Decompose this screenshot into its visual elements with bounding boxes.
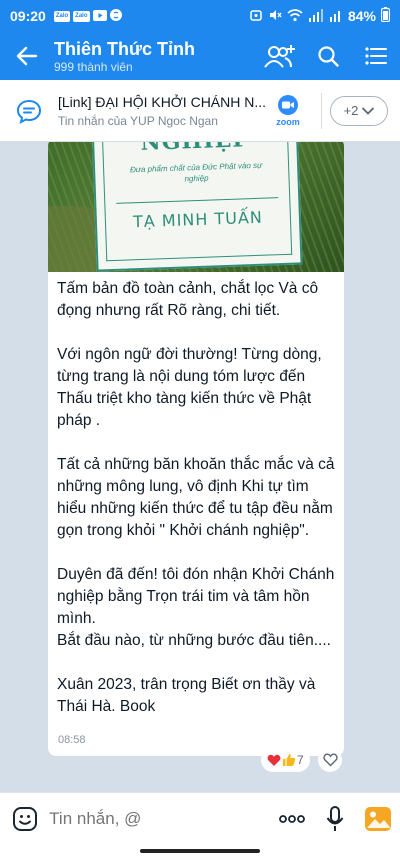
pinned-message-bar[interactable]: [Link] ĐẠI HỘI KHỞI CHÁNH N... Tin nhắn …: [0, 80, 400, 142]
shazam-icon: [109, 8, 122, 24]
message-text: Tấm bản đồ toàn cảnh, chắt lọc Và cô đọn…: [57, 278, 339, 718]
group-name: Thiên Thức Tỉnh: [54, 38, 196, 59]
sticker-icon: [12, 806, 37, 831]
chat-area[interactable]: NGHIỆP Đưa phẩm chất của Đức Phật vào sự…: [0, 142, 400, 792]
message-paragraph: Tất cả những băn khoăn thắc mắc và cả nh…: [57, 456, 335, 539]
reaction-count: 7: [297, 753, 304, 767]
message-paragraph: Với ngôn ngữ đời thường! Từng dòng, từng…: [57, 346, 322, 429]
chat-header: Thiên Thức Tỉnh 999 thành viên: [0, 32, 400, 80]
status-app-icons: Zalo Zalo: [53, 8, 122, 24]
more-pinned-button[interactable]: +2: [330, 95, 388, 126]
battery-level: 84%: [347, 8, 376, 24]
message-paragraph: Tấm bản đồ toàn cảnh, chắt lọc Và cô đọn…: [57, 280, 319, 319]
zoom-badge: zoom: [267, 94, 309, 127]
book-cover: NGHIỆP Đưa phẩm chất của Đức Phật vào sự…: [91, 142, 303, 272]
react-button[interactable]: [318, 748, 342, 772]
signal-icon-2: [329, 8, 343, 25]
wifi-icon: [287, 8, 303, 25]
alarm-icon: [249, 8, 263, 25]
list-menu-icon: [365, 47, 387, 65]
message-paragraph: Duyên đã đến! tôi đón nhận Khởi Chánh ng…: [57, 566, 335, 649]
more-horizontal-icon: [278, 814, 305, 823]
search-button[interactable]: [304, 32, 352, 80]
pinned-title: [Link] ĐẠI HỘI KHỞI CHÁNH N...: [58, 93, 267, 110]
zoom-label: zoom: [276, 116, 300, 127]
microphone-icon: [326, 805, 344, 831]
back-button[interactable]: [0, 32, 54, 80]
more-pinned-count: +2: [343, 103, 359, 118]
message-input-bar: [0, 792, 400, 844]
chat-bubble-icon: [0, 98, 58, 124]
mute-icon: [268, 8, 282, 25]
pinned-text-block: [Link] ĐẠI HỘI KHỞI CHÁNH N... Tin nhắn …: [58, 94, 267, 128]
message-image[interactable]: NGHIỆP Đưa phẩm chất của Đức Phật vào sự…: [48, 142, 344, 272]
status-time: 09:20: [10, 8, 46, 24]
zoom-video-icon: [278, 94, 298, 115]
voice-button[interactable]: [313, 805, 356, 832]
group-title-block[interactable]: Thiên Thức Tỉnh 999 thành viên: [54, 38, 256, 75]
home-indicator[interactable]: [140, 849, 260, 853]
status-bar: 09:20 Zalo Zalo 84%: [0, 0, 400, 32]
signal-icon: [308, 8, 324, 25]
menu-button[interactable]: [352, 32, 400, 80]
search-icon: [318, 46, 339, 67]
pinned-divider: [321, 92, 322, 129]
reaction-summary[interactable]: 7: [261, 748, 310, 772]
message-bubble[interactable]: NGHIỆP Đưa phẩm chất của Đức Phật vào sự…: [48, 142, 344, 756]
chevron-down-icon: [362, 107, 375, 115]
zalo-app-icon: Zalo: [73, 10, 90, 22]
arrow-left-icon: [16, 46, 38, 66]
message-paragraph: Xuân 2023, trân trọng Biết ơn thầy và Th…: [57, 676, 316, 715]
zalo-app-icon: Zalo: [53, 10, 71, 22]
image-icon: [365, 806, 392, 831]
add-member-button[interactable]: [256, 32, 304, 80]
photo-button[interactable]: [357, 806, 400, 832]
system-navigation-bar: [0, 844, 400, 858]
message-input[interactable]: [49, 808, 271, 829]
more-options-button[interactable]: [270, 814, 313, 823]
sticker-button[interactable]: [0, 806, 49, 832]
add-member-icon: [264, 45, 295, 68]
heart-icon: [267, 754, 281, 766]
member-count: 999 thành viên: [54, 59, 133, 74]
heart-outline-icon: [322, 753, 338, 767]
pinned-subtitle: Tin nhắn của YUP Ngoc Ngan: [58, 113, 218, 128]
status-right: 84%: [249, 7, 391, 25]
thumbs-up-icon: [283, 754, 296, 766]
battery-icon: [380, 7, 391, 25]
message-time: 08:58: [58, 734, 86, 746]
youtube-icon: [92, 8, 107, 24]
